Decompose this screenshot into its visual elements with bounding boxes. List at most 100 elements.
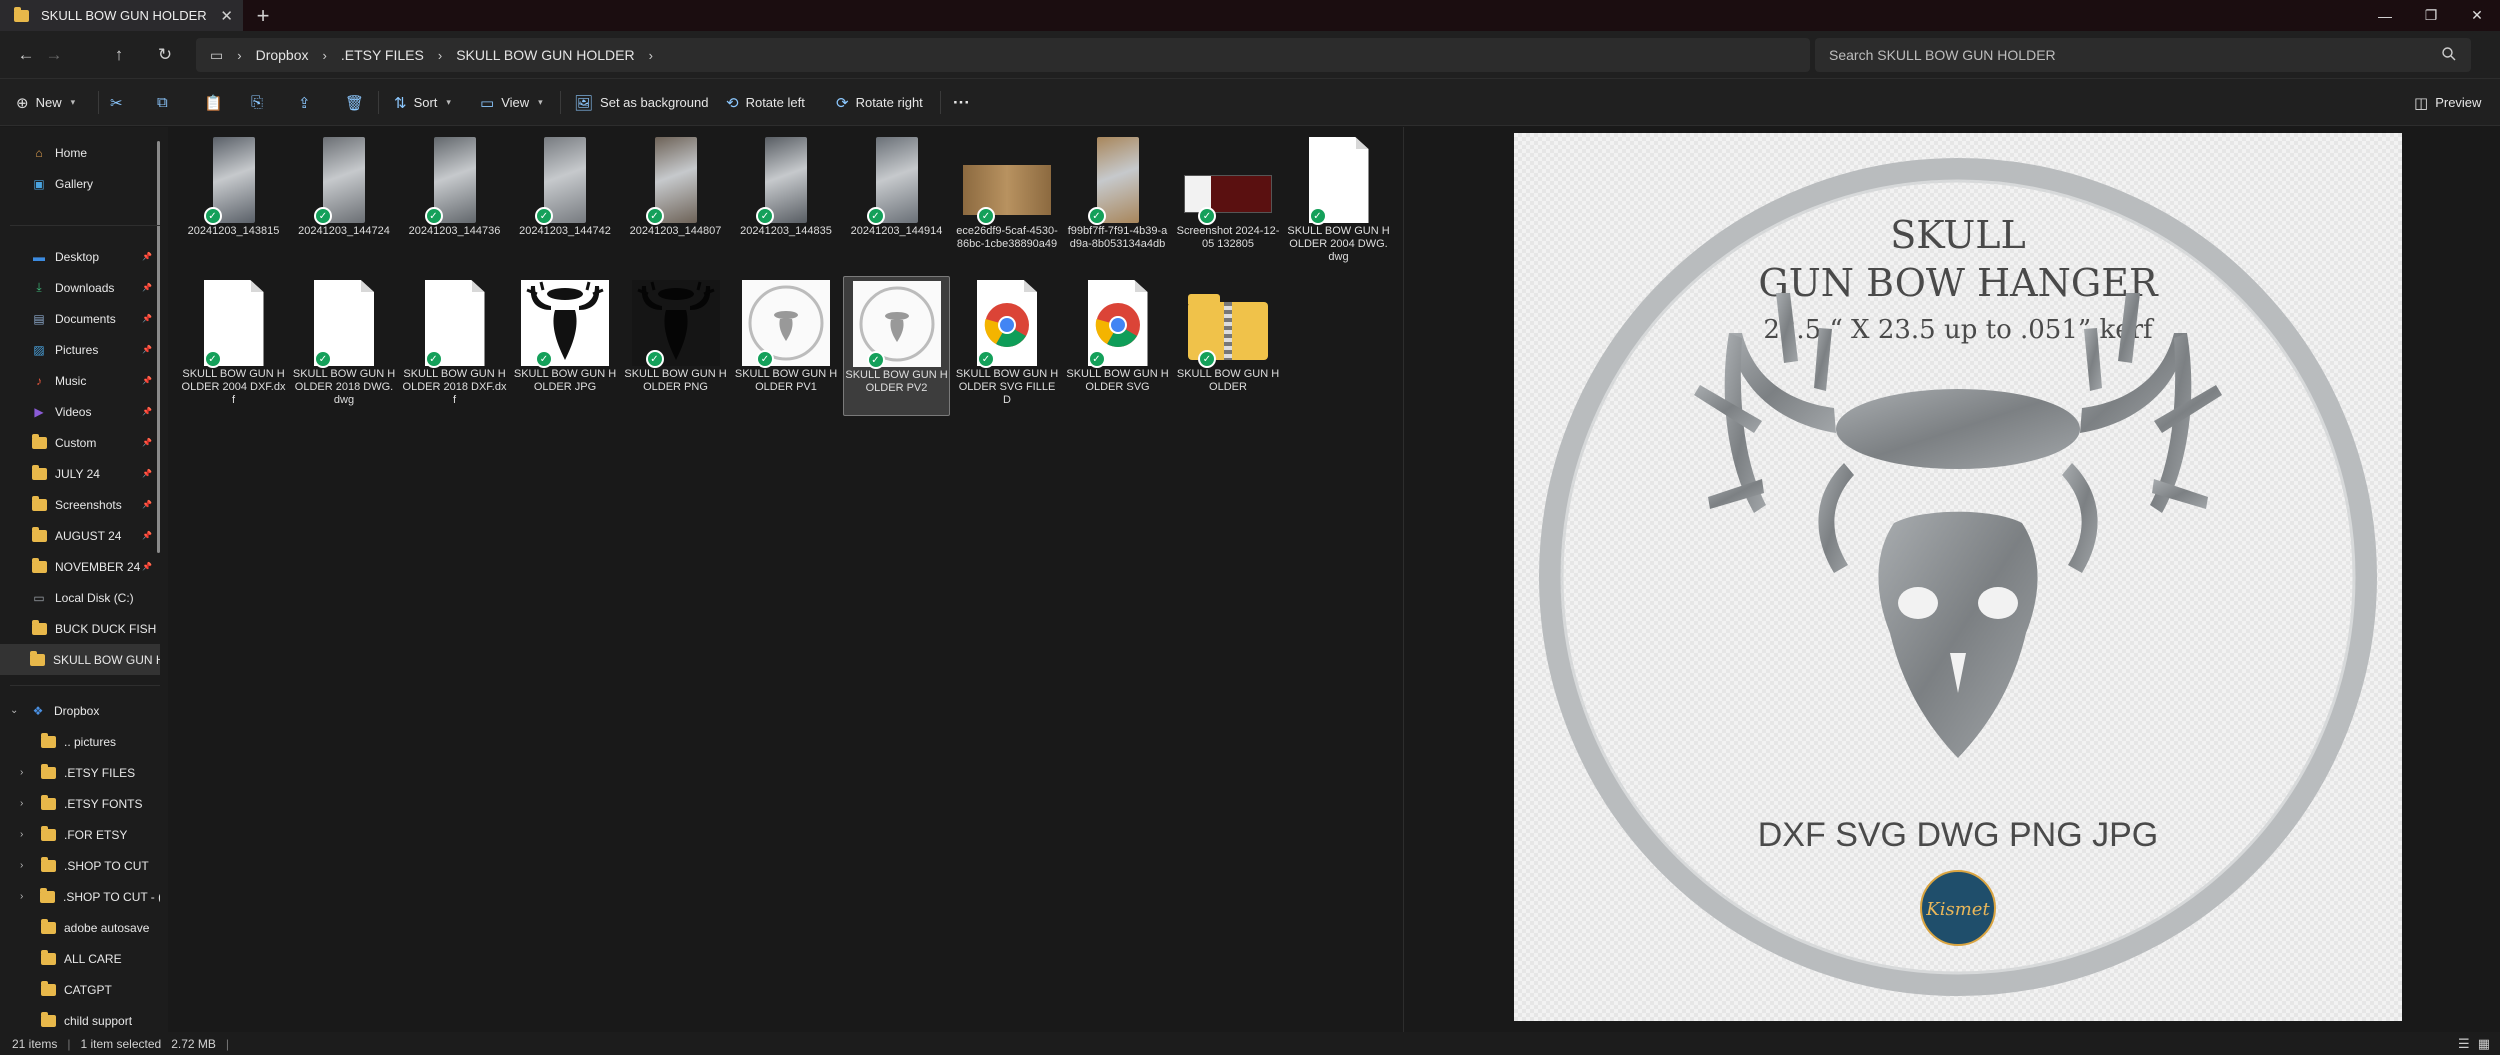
details-view-icon[interactable]: ☰ xyxy=(2458,1036,2470,1052)
tiles-view-icon[interactable]: ▦ xyxy=(2478,1036,2490,1052)
file-thumbnail: ✓ xyxy=(1070,276,1166,368)
file-item[interactable]: ✓ SKULL BOW GUN HOLDER PV1 xyxy=(733,276,840,416)
chevron-right-icon[interactable]: › xyxy=(20,891,23,902)
file-item[interactable]: ✓ f99bf7ff-7f91-4b39-ad9a-8b053134a4db xyxy=(1064,133,1171,273)
sidebar-item-custom[interactable]: Custom 📌 xyxy=(0,427,160,458)
sidebar-item-screenshots[interactable]: Screenshots 📌 xyxy=(0,489,160,520)
file-item[interactable]: ✓ Screenshot 2024-12-05 132805 xyxy=(1175,133,1282,273)
maximize-button[interactable]: ❐ xyxy=(2408,0,2454,31)
file-item[interactable]: ✓ 20241203_144736 xyxy=(401,133,508,273)
thumbnail-image xyxy=(1184,175,1272,213)
sidebar-item-documents[interactable]: ▤ Documents 📌 xyxy=(0,303,160,334)
chevron-right-icon[interactable]: › xyxy=(20,829,23,840)
paste-button[interactable]: 📋 xyxy=(204,79,223,126)
sidebar-item-november-24[interactable]: NOVEMBER 24 📌 xyxy=(0,551,160,582)
pin-icon: 📌 xyxy=(142,469,152,478)
sidebar-item-dropbox-child[interactable]: › .FOR ETSY xyxy=(0,819,160,850)
sidebar-item-dropbox-child[interactable]: CATGPT xyxy=(0,974,160,1005)
chevron-right-icon[interactable]: › xyxy=(20,798,23,809)
chevron-right-icon[interactable]: › xyxy=(20,860,23,871)
file-item[interactable]: ✓ 20241203_144835 xyxy=(733,133,840,273)
breadcrumb-etsy-files[interactable]: .ETSY FILES xyxy=(341,47,424,63)
view-button[interactable]: ▭ View ▾ xyxy=(480,79,543,126)
up-button[interactable]: ↑ xyxy=(107,43,131,67)
close-tab-icon[interactable]: ✕ xyxy=(220,7,233,25)
file-item[interactable]: ✓ SKULL BOW GUN HOLDER 2004 DWG.dwg xyxy=(1285,133,1392,273)
forward-button[interactable]: → xyxy=(42,43,66,67)
sidebar-item-downloads[interactable]: ⤓ Downloads 📌 xyxy=(0,272,160,303)
file-item[interactable]: ✓ SKULL BOW GUN HOLDER PNG xyxy=(622,276,729,416)
file-item[interactable]: ✓ SKULL BOW GUN HOLDER SVG FILLED xyxy=(954,276,1061,416)
file-item[interactable]: ✓ 20241203_144914 xyxy=(843,133,950,273)
preview-pane-button[interactable]: ◫ Preview xyxy=(2414,79,2481,126)
chevron-right-icon[interactable]: › xyxy=(20,767,23,778)
chevron-down-icon[interactable]: ⌄ xyxy=(10,705,18,716)
sidebar-item-july-24[interactable]: JULY 24 📌 xyxy=(0,458,160,489)
breadcrumb-dropbox[interactable]: Dropbox xyxy=(256,47,309,63)
breadcrumb-current-folder[interactable]: SKULL BOW GUN HOLDER xyxy=(456,47,634,63)
sidebar-item-home[interactable]: ⌂ Home xyxy=(0,137,160,168)
search-box[interactable]: Search SKULL BOW GUN HOLDER xyxy=(1815,38,2471,72)
pin-icon: 📌 xyxy=(142,283,152,292)
file-item[interactable]: ✓ ece26df9-5caf-4530-86bc-1cbe38890a49 xyxy=(954,133,1061,273)
share-button[interactable]: ⇪ xyxy=(298,79,311,126)
file-item[interactable]: ✓ 20241203_143815 xyxy=(180,133,287,273)
new-button[interactable]: ⊕ New ▾ xyxy=(16,79,75,126)
rotate-left-button[interactable]: ⟲ Rotate left xyxy=(726,79,805,126)
rename-button[interactable]: ⎘ xyxy=(251,79,263,126)
file-item[interactable]: ✓ SKULL BOW GUN HOLDER 2018 DWG.dwg xyxy=(291,276,398,416)
sidebar-item-dropbox-child[interactable]: child support xyxy=(0,1005,160,1032)
sidebar-item-dropbox-child[interactable]: › .ETSY FILES xyxy=(0,757,160,788)
tab-skull-bow-gun-holder[interactable]: SKULL BOW GUN HOLDER ✕ xyxy=(0,0,243,31)
new-tab-button[interactable]: + xyxy=(243,0,283,31)
file-item[interactable]: ✓ SKULL BOW GUN HOLDER SVG xyxy=(1064,276,1171,416)
sidebar-item-dropbox[interactable]: ⌄ ❖ Dropbox xyxy=(0,695,160,726)
file-item[interactable]: ✓ 20241203_144807 xyxy=(622,133,729,273)
back-button[interactable]: ← xyxy=(14,43,38,67)
document-icon: ▤ xyxy=(33,311,45,326)
sidebar-item-desktop[interactable]: ▬ Desktop 📌 xyxy=(0,241,160,272)
sidebar-item-dropbox-child[interactable]: ALL CARE xyxy=(0,943,160,974)
file-item[interactable]: ✓ 20241203_144724 xyxy=(291,133,398,273)
sidebar-item-buck-duck-fish[interactable]: BUCK DUCK FISH xyxy=(0,613,160,644)
close-window-button[interactable]: ✕ xyxy=(2454,0,2500,31)
file-item[interactable]: ✓ SKULL BOW GUN HOLDER xyxy=(1175,276,1282,416)
file-item[interactable]: ✓ SKULL BOW GUN HOLDER 2004 DXF.dxf xyxy=(180,276,287,416)
sidebar-item-label: Music xyxy=(55,373,87,388)
more-options-button[interactable]: ··· xyxy=(953,79,970,126)
file-item[interactable]: ✓ SKULL BOW GUN HOLDER JPG xyxy=(512,276,619,416)
cut-button[interactable]: ✂ xyxy=(110,79,123,126)
search-icon[interactable] xyxy=(2441,46,2457,62)
file-name: SKULL BOW GUN HOLDER 2018 DXF.dxf xyxy=(402,368,507,406)
sidebar-item-dropbox-child[interactable]: › .SHOP TO CUT xyxy=(0,850,160,881)
sort-icon: ⇅ xyxy=(394,94,407,112)
sidebar-item-dropbox-child[interactable]: .. pictures xyxy=(0,726,160,757)
minimize-button[interactable]: — xyxy=(2362,0,2408,31)
sidebar-item-dropbox-child[interactable]: › .SHOP TO CUT - ( xyxy=(0,881,160,912)
sidebar-item-local-disk-c[interactable]: ▭ Local Disk (C:) xyxy=(0,582,160,613)
sidebar-item-videos[interactable]: ▶ Videos 📌 xyxy=(0,396,160,427)
sidebar-item-august-24[interactable]: AUGUST 24 📌 xyxy=(0,520,160,551)
folder-icon xyxy=(40,856,56,873)
set-as-background-button[interactable]: 🖼 Set as background xyxy=(574,79,708,126)
copy-button[interactable]: ⧉ xyxy=(157,79,168,126)
sidebar-item-pictures[interactable]: ▨ Pictures 📌 xyxy=(0,334,160,365)
refresh-button[interactable]: ↻ xyxy=(153,43,177,67)
file-item[interactable]: ✓ 20241203_144742 xyxy=(512,133,619,273)
sidebar-item-skull-bow-gun-h[interactable]: SKULL BOW GUN H xyxy=(0,644,160,675)
rotate-right-button[interactable]: ⟳ Rotate right xyxy=(836,79,923,126)
file-thumbnail: ✓ xyxy=(628,133,724,225)
breadcrumb[interactable]: ▭ › Dropbox › .ETSY FILES › SKULL BOW GU… xyxy=(196,38,1810,72)
file-name: f99bf7ff-7f91-4b39-ad9a-8b053134a4db xyxy=(1067,225,1168,250)
sidebar-item-gallery[interactable]: ▣ Gallery xyxy=(0,168,160,199)
sort-button[interactable]: ⇅ Sort ▾ xyxy=(394,79,451,126)
file-item[interactable]: ✓ SKULL BOW GUN HOLDER PV2 xyxy=(843,276,950,416)
pin-icon: 📌 xyxy=(142,407,152,416)
delete-button[interactable]: 🗑 xyxy=(345,79,364,126)
folder-icon xyxy=(31,495,47,512)
sidebar-item-dropbox-child[interactable]: › .ETSY FONTS xyxy=(0,788,160,819)
sync-check-icon: ✓ xyxy=(1087,207,1106,225)
file-item[interactable]: ✓ SKULL BOW GUN HOLDER 2018 DXF.dxf xyxy=(401,276,508,416)
sidebar-item-music[interactable]: ♪ Music 📌 xyxy=(0,365,160,396)
sidebar-item-dropbox-child[interactable]: adobe autosave xyxy=(0,912,160,943)
